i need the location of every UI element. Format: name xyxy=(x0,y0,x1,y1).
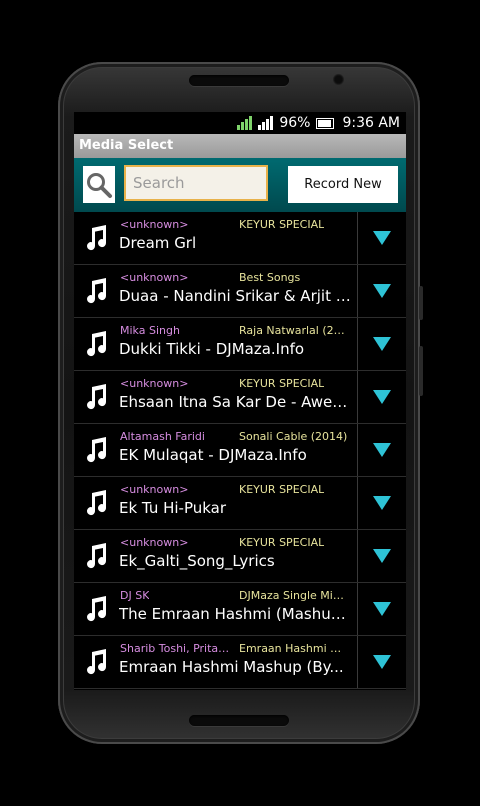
expand-arrow-icon[interactable] xyxy=(373,231,391,245)
song-row[interactable]: Altamash Faridi Sonali Cable (2014) EK Mul… xyxy=(74,424,406,477)
music-note-icon xyxy=(84,278,108,304)
song-album: Best Songs xyxy=(239,271,301,284)
row-divider xyxy=(357,318,358,370)
row-divider xyxy=(357,212,358,264)
song-artist: DJ SK xyxy=(120,589,150,602)
song-album: DJMaza Single Mixes xyxy=(239,589,349,602)
row-divider xyxy=(357,424,358,476)
search-icon[interactable] xyxy=(83,166,115,203)
music-note-icon xyxy=(84,543,108,569)
music-note-icon xyxy=(84,437,108,463)
song-row[interactable]: Mika Singh Raja Natwarlal (2014) Dukki Tik… xyxy=(74,318,406,371)
row-divider xyxy=(357,371,358,423)
bottom-speaker xyxy=(189,715,289,726)
song-artist: <unknown> xyxy=(120,483,189,496)
song-row[interactable]: <unknown> Best Songs Duaa - Nandini Srikar… xyxy=(74,265,406,318)
song-album: Raja Natwarlal (2014) xyxy=(239,324,349,337)
song-row[interactable]: <unknown> KEYUR SPECIAL Ek_Galti_Song_Lyri… xyxy=(74,530,406,583)
song-title: Dream Grl xyxy=(119,234,197,252)
song-row[interactable]: DJ SK DJMaza Single Mixes The Emraan Hashm… xyxy=(74,583,406,636)
song-album: KEYUR SPECIAL xyxy=(239,483,325,496)
search-bar: Search Record New xyxy=(74,158,406,212)
song-album: KEYUR SPECIAL xyxy=(239,218,325,231)
music-note-icon xyxy=(84,331,108,357)
song-artist: <unknown> xyxy=(120,218,189,231)
song-list: <unknown> KEYUR SPECIAL Dream Grl <unknown>… xyxy=(74,212,406,689)
song-title: Ek_Galti_Song_Lyrics xyxy=(119,552,275,570)
power-button xyxy=(419,346,423,396)
battery-percent: 96% xyxy=(279,115,311,131)
song-album: Sonali Cable (2014) xyxy=(239,430,348,443)
row-divider xyxy=(357,636,358,688)
expand-arrow-icon[interactable] xyxy=(373,655,391,669)
song-title: The Emraan Hashmi (Mashup... xyxy=(119,605,353,623)
volume-button xyxy=(419,286,423,320)
record-new-button[interactable]: Record New xyxy=(288,166,398,203)
song-artist: Sharib Toshi, Pritam... xyxy=(120,642,232,655)
search-input[interactable]: Search xyxy=(124,165,268,201)
song-album: Emraan Hashmi Mas... xyxy=(239,642,349,655)
expand-arrow-icon[interactable] xyxy=(373,390,391,404)
song-title: Emraan Hashmi Mashup (By... xyxy=(119,658,344,676)
expand-arrow-icon[interactable] xyxy=(373,337,391,351)
expand-arrow-icon[interactable] xyxy=(373,549,391,563)
expand-arrow-icon[interactable] xyxy=(373,602,391,616)
expand-arrow-icon[interactable] xyxy=(373,496,391,510)
expand-arrow-icon[interactable] xyxy=(373,284,391,298)
song-row[interactable]: <unknown> KEYUR SPECIAL Ek Tu Hi-Pukar xyxy=(74,477,406,530)
music-note-icon xyxy=(84,384,108,410)
music-note-icon xyxy=(84,649,108,675)
front-camera xyxy=(333,74,344,85)
song-album: KEYUR SPECIAL xyxy=(239,377,325,390)
song-title: Dukki Tikki - DJMaza.Info xyxy=(119,340,305,358)
song-row[interactable]: <unknown> KEYUR SPECIAL Ehsaan Itna Sa Kar… xyxy=(74,371,406,424)
song-artist: Mika Singh xyxy=(120,324,180,337)
song-album: KEYUR SPECIAL xyxy=(239,536,325,549)
song-artist: Altamash Faridi xyxy=(120,430,205,443)
expand-arrow-icon[interactable] xyxy=(373,443,391,457)
row-divider xyxy=(357,583,358,635)
row-divider xyxy=(357,265,358,317)
music-note-icon xyxy=(84,596,108,622)
song-row[interactable]: Sharib Toshi, Pritam... Emraan Hashmi Mas… xyxy=(74,636,406,689)
song-artist: <unknown> xyxy=(120,536,189,549)
signal-icon-secondary xyxy=(258,116,274,130)
song-artist: <unknown> xyxy=(120,271,189,284)
signal-icon xyxy=(237,116,253,130)
song-title: Duaa - Nandini Srikar & Arjit S... xyxy=(119,287,353,305)
song-row[interactable]: <unknown> KEYUR SPECIAL Dream Grl xyxy=(74,212,406,265)
song-title: EK Mulaqat - DJMaza.Info xyxy=(119,446,307,464)
screen: 96% 9:36 AM Media Select Search Record N… xyxy=(74,112,406,690)
music-note-icon xyxy=(84,490,108,516)
battery-icon xyxy=(316,117,335,129)
row-divider xyxy=(357,530,358,582)
song-title: Ehsaan Itna Sa Kar De - Awes... xyxy=(119,393,353,411)
app-title: Media Select xyxy=(74,134,406,158)
clock: 9:36 AM xyxy=(342,115,400,131)
status-bar: 96% 9:36 AM xyxy=(74,112,406,134)
row-divider xyxy=(357,477,358,529)
song-artist: <unknown> xyxy=(120,377,189,390)
top-speaker xyxy=(189,75,289,86)
song-title: Ek Tu Hi-Pukar xyxy=(119,499,227,517)
music-note-icon xyxy=(84,225,108,251)
